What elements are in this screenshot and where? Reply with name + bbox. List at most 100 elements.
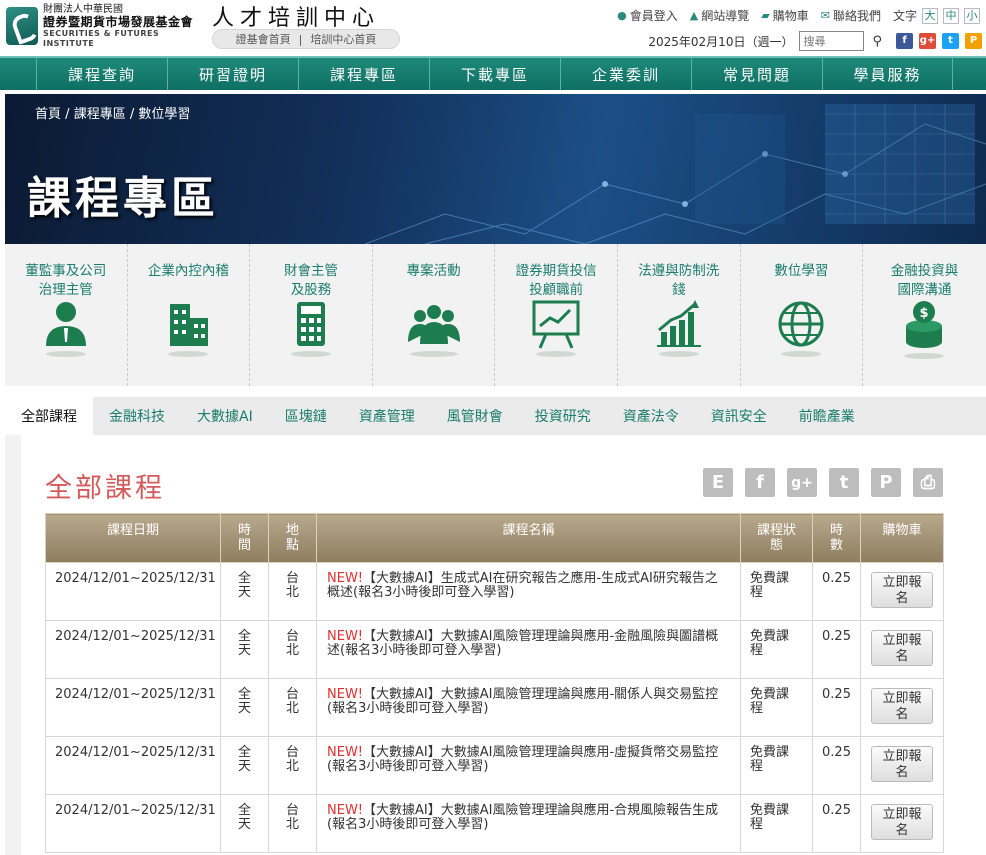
print-icon[interactable]: ⎙ [913, 468, 943, 497]
search-input[interactable] [799, 31, 865, 51]
nav-corporate-training[interactable]: 企業委訓 [560, 58, 691, 90]
category-projects[interactable]: 專案活動 [373, 244, 496, 386]
twitter-share-icon[interactable]: t [829, 468, 859, 497]
google-plus-share-icon[interactable]: g+ [787, 468, 817, 497]
course-date: 2024/12/01~2025/12/31 [45, 620, 221, 679]
tab-emerging-industries[interactable]: 前瞻產業 [783, 397, 871, 435]
category-label: 專案活動 [406, 263, 461, 279]
course-name-link[interactable]: NEW!【大數據AI】大數據AI風險管理理論與應用-關係人與交易監控(報名3小時… [316, 678, 741, 737]
course-name-link[interactable]: NEW!【大數據AI】生成式AI在研究報告之應用-生成式AI研究報告之概述(報名… [316, 562, 741, 621]
mail-icon: ✉ [820, 9, 830, 22]
header-time: 時間 [220, 513, 269, 563]
nav-student-services[interactable]: 學員服務 [822, 58, 953, 90]
nav-course-search[interactable]: 課程查詢 [36, 58, 167, 90]
nav-downloads[interactable]: 下載專區 [429, 58, 560, 90]
table-row: 2024/12/01~2025/12/31 全天 台北 NEW!【大數據AI】大… [45, 794, 944, 853]
hero-banner: 首頁 / 課程專區 / 數位學習 課程專區 [5, 94, 986, 244]
search-icon[interactable]: ⚲ [872, 34, 882, 49]
category-finance-international[interactable]: 金融投資與 國際溝通 $ [863, 244, 986, 386]
table-row: 2024/12/01~2025/12/31 全天 台北 NEW!【大數據AI】大… [45, 736, 944, 795]
breadcrumb-sep: / [129, 107, 135, 122]
category-pre-employment[interactable]: 證券期貨投信 投顧職前 [495, 244, 618, 386]
register-now-button[interactable]: 立即報名 [871, 804, 933, 840]
contact-link[interactable]: ✉ 聯絡我們 [821, 7, 881, 24]
category-label: 企業內控內稽 [147, 263, 229, 279]
nav-course-zone[interactable]: 課程專區 [298, 58, 429, 90]
register-now-button[interactable]: 立即報名 [871, 630, 933, 666]
register-now-button[interactable]: 立即報名 [871, 746, 933, 782]
main-nav: 課程查詢 研習證明 課程專區 下載專區 企業委訓 常見問題 學員服務 [0, 56, 986, 90]
tab-asset-law[interactable]: 資產法令 [607, 397, 695, 435]
sfi-logo-mark-icon [6, 7, 38, 45]
nav-faq[interactable]: 常見問題 [691, 58, 822, 90]
contact-label: 聯絡我們 [832, 9, 881, 23]
register-now-button[interactable]: 立即報名 [871, 572, 933, 608]
tab-info-security[interactable]: 資訊安全 [695, 397, 783, 435]
executive-icon [45, 302, 86, 357]
header-location: 地點 [268, 513, 317, 563]
category-label: 法遵與防制洗錢 [638, 263, 720, 298]
font-size-medium-button[interactable]: 中 [943, 7, 959, 24]
course-hours: 0.25 [812, 678, 861, 737]
breadcrumb-home[interactable]: 首頁 [35, 107, 61, 122]
course-hours: 0.25 [812, 620, 861, 679]
table-row: 2024/12/01~2025/12/31 全天 台北 NEW!【大數據AI】大… [45, 678, 944, 737]
tab-big-data-ai[interactable]: 大數據AI [181, 397, 269, 435]
course-hours: 0.25 [812, 736, 861, 795]
font-size-small-button[interactable]: 小 [964, 7, 980, 24]
nav-certificate[interactable]: 研習證明 [167, 58, 298, 90]
foundation-home-link[interactable]: 證基會首頁 [236, 31, 291, 47]
growth-chart-icon [656, 300, 701, 357]
course-status: 免費課程 [740, 678, 813, 737]
course-location: 台北 [268, 620, 317, 679]
course-name-link[interactable]: NEW!【大數據AI】大數據AI風險管理理論與應用-金融風險與圖譜概述(報名3小… [316, 620, 741, 679]
breadcrumb-digital-learning[interactable]: 數位學習 [138, 107, 190, 122]
plurk-share-icon[interactable]: P [871, 468, 901, 497]
font-size-large-button[interactable]: 大 [922, 7, 938, 24]
tab-all-courses[interactable]: 全部課程 [5, 397, 93, 435]
course-name-link[interactable]: NEW!【大數據AI】大數據AI風險管理理論與應用-虛擬貨幣交易監控(報名3小時… [316, 736, 741, 795]
tab-fintech[interactable]: 金融科技 [93, 397, 181, 435]
category-digital-learning[interactable]: 數位學習 [741, 244, 864, 386]
plurk-icon[interactable]: P [965, 33, 982, 49]
register-now-button[interactable]: 立即報名 [871, 688, 933, 724]
facebook-share-icon[interactable]: f [745, 468, 775, 497]
course-date: 2024/12/01~2025/12/31 [45, 678, 221, 737]
tab-blockchain[interactable]: 區塊鏈 [269, 397, 343, 435]
training-home-link[interactable]: 培訓中心首頁 [310, 31, 376, 47]
category-internal-control[interactable]: 企業內控內稽 [128, 244, 251, 386]
course-table: 課程日期 時間 地點 課程名稱 課程狀態 時數 購物車 2024/12/01~2… [45, 513, 944, 853]
twitter-icon[interactable]: t [942, 33, 959, 49]
breadcrumb-course-zone[interactable]: 課程專區 [74, 107, 126, 122]
course-list-panel: 全部課程 E f g+ t P ⎙ 課程日期 時間 地點 課程名稱 課程狀態 時… [21, 435, 986, 855]
category-label: 證券期貨投信 投顧職前 [515, 263, 597, 298]
course-cart: 立即報名 [860, 562, 944, 621]
sitemap-link[interactable]: ▲ 網站導覽 [690, 7, 749, 24]
calculator-icon [290, 302, 331, 357]
new-badge: NEW! [327, 803, 364, 818]
category-label: 財會主管 及股務 [283, 263, 338, 298]
tab-investment-research[interactable]: 投資研究 [519, 397, 607, 435]
course-name-link[interactable]: NEW!【大數據AI】大數據AI風險管理理論與應用-合規風險報告生成(報名3小時… [316, 794, 741, 853]
course-date: 2024/12/01~2025/12/31 [45, 794, 221, 853]
course-time: 全天 [220, 794, 269, 853]
category-governance[interactable]: 董監事及公司 治理主管 [5, 244, 128, 386]
section-title: 全部課程 [45, 473, 165, 504]
sfi-logo[interactable]: 財團法人中華民國 證券暨期貨市場發展基金會 SECURITIES & FUTUR… [6, 4, 206, 48]
tab-asset-management[interactable]: 資產管理 [343, 397, 431, 435]
category-accounting[interactable]: 財會主管 及股務 [250, 244, 373, 386]
category-compliance-aml[interactable]: 法遵與防制洗錢 [618, 244, 741, 386]
group-icon [407, 305, 460, 357]
google-plus-icon[interactable]: g+ [919, 33, 936, 49]
cart-link[interactable]: ▰ 購物車 [761, 7, 808, 24]
breadcrumb: 首頁 / 課程專區 / 數位學習 [35, 103, 190, 122]
facebook-icon[interactable]: f [896, 33, 913, 49]
person-icon: ● [617, 9, 627, 22]
tab-risk-accounting[interactable]: 風管財會 [431, 397, 519, 435]
course-cart: 立即報名 [860, 678, 944, 737]
breadcrumb-sep: / [65, 107, 70, 122]
member-login-link[interactable]: ● 會員登入 [617, 7, 678, 24]
site-header: 財團法人中華民國 證券暨期貨市場發展基金會 SECURITIES & FUTUR… [0, 0, 986, 56]
email-share-icon[interactable]: E [703, 468, 733, 497]
share-toolbar: E f g+ t P ⎙ [703, 468, 943, 497]
